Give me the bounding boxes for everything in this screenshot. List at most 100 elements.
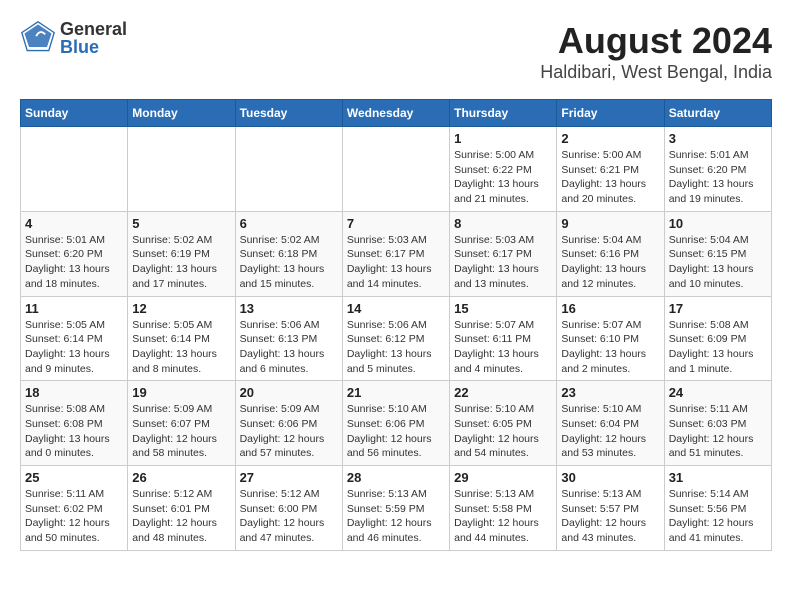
- weekday-wednesday: Wednesday: [342, 100, 449, 127]
- day-number: 6: [240, 216, 338, 231]
- day-info: Sunrise: 5:03 AM Sunset: 6:17 PM Dayligh…: [347, 233, 445, 292]
- calendar-week-1: 4 Sunrise: 5:01 AM Sunset: 6:20 PM Daylig…: [21, 211, 772, 296]
- day-number: 15: [454, 301, 552, 316]
- calendar-cell: 15 Sunrise: 5:07 AM Sunset: 6:11 PM Dayli…: [450, 296, 557, 381]
- day-number: 28: [347, 470, 445, 485]
- calendar-cell: 18 Sunrise: 5:08 AM Sunset: 6:08 PM Dayli…: [21, 381, 128, 466]
- day-number: 24: [669, 385, 767, 400]
- day-info: Sunrise: 5:01 AM Sunset: 6:20 PM Dayligh…: [669, 148, 767, 207]
- calendar-cell: 22 Sunrise: 5:10 AM Sunset: 6:05 PM Dayli…: [450, 381, 557, 466]
- day-info: Sunrise: 5:06 AM Sunset: 6:12 PM Dayligh…: [347, 318, 445, 377]
- day-info: Sunrise: 5:11 AM Sunset: 6:03 PM Dayligh…: [669, 402, 767, 461]
- calendar-cell: 27 Sunrise: 5:12 AM Sunset: 6:00 PM Dayli…: [235, 466, 342, 551]
- calendar-cell: 28 Sunrise: 5:13 AM Sunset: 5:59 PM Dayli…: [342, 466, 449, 551]
- calendar-cell: 4 Sunrise: 5:01 AM Sunset: 6:20 PM Daylig…: [21, 211, 128, 296]
- day-number: 5: [132, 216, 230, 231]
- day-info: Sunrise: 5:14 AM Sunset: 5:56 PM Dayligh…: [669, 487, 767, 546]
- day-number: 18: [25, 385, 123, 400]
- logo-text: General Blue: [60, 20, 127, 56]
- day-info: Sunrise: 5:02 AM Sunset: 6:19 PM Dayligh…: [132, 233, 230, 292]
- weekday-friday: Friday: [557, 100, 664, 127]
- day-number: 22: [454, 385, 552, 400]
- day-info: Sunrise: 5:00 AM Sunset: 6:22 PM Dayligh…: [454, 148, 552, 207]
- day-number: 2: [561, 131, 659, 146]
- calendar-header: SundayMondayTuesdayWednesdayThursdayFrid…: [21, 100, 772, 127]
- day-number: 30: [561, 470, 659, 485]
- day-info: Sunrise: 5:00 AM Sunset: 6:21 PM Dayligh…: [561, 148, 659, 207]
- calendar-cell: 14Sunrise: 5:06 AM Sunset: 6:12 PM Dayli…: [342, 296, 449, 381]
- logo-icon: [20, 20, 56, 56]
- day-info: Sunrise: 5:05 AM Sunset: 6:14 PM Dayligh…: [25, 318, 123, 377]
- calendar-table: SundayMondayTuesdayWednesdayThursdayFrid…: [20, 99, 772, 551]
- day-number: 21: [347, 385, 445, 400]
- day-info: Sunrise: 5:05 AM Sunset: 6:14 PM Dayligh…: [132, 318, 230, 377]
- calendar-cell: 16Sunrise: 5:07 AM Sunset: 6:10 PM Dayli…: [557, 296, 664, 381]
- day-number: 31: [669, 470, 767, 485]
- day-info: Sunrise: 5:10 AM Sunset: 6:05 PM Dayligh…: [454, 402, 552, 461]
- calendar-cell: 21 Sunrise: 5:10 AM Sunset: 6:06 PM Dayli…: [342, 381, 449, 466]
- day-number: 19: [132, 385, 230, 400]
- calendar-week-2: 11 Sunrise: 5:05 AM Sunset: 6:14 PM Dayli…: [21, 296, 772, 381]
- calendar-cell: 9 Sunrise: 5:04 AM Sunset: 6:16 PM Daylig…: [557, 211, 664, 296]
- day-number: 11: [25, 301, 123, 316]
- day-number: 3: [669, 131, 767, 146]
- calendar-body: 1Sunrise: 5:00 AM Sunset: 6:22 PM Daylig…: [21, 127, 772, 551]
- calendar-cell: [342, 127, 449, 212]
- day-info: Sunrise: 5:04 AM Sunset: 6:15 PM Dayligh…: [669, 233, 767, 292]
- calendar-cell: 3 Sunrise: 5:01 AM Sunset: 6:20 PM Daylig…: [664, 127, 771, 212]
- calendar-cell: 17Sunrise: 5:08 AM Sunset: 6:09 PM Dayli…: [664, 296, 771, 381]
- calendar-cell: 30Sunrise: 5:13 AM Sunset: 5:57 PM Dayli…: [557, 466, 664, 551]
- day-info: Sunrise: 5:11 AM Sunset: 6:02 PM Dayligh…: [25, 487, 123, 546]
- calendar-cell: 7Sunrise: 5:03 AM Sunset: 6:17 PM Daylig…: [342, 211, 449, 296]
- day-info: Sunrise: 5:09 AM Sunset: 6:06 PM Dayligh…: [240, 402, 338, 461]
- calendar-cell: 13Sunrise: 5:06 AM Sunset: 6:13 PM Dayli…: [235, 296, 342, 381]
- day-info: Sunrise: 5:13 AM Sunset: 5:58 PM Dayligh…: [454, 487, 552, 546]
- logo: General Blue: [20, 20, 127, 56]
- day-number: 9: [561, 216, 659, 231]
- day-number: 23: [561, 385, 659, 400]
- day-info: Sunrise: 5:06 AM Sunset: 6:13 PM Dayligh…: [240, 318, 338, 377]
- calendar-cell: [21, 127, 128, 212]
- calendar-cell: 8Sunrise: 5:03 AM Sunset: 6:17 PM Daylig…: [450, 211, 557, 296]
- day-info: Sunrise: 5:10 AM Sunset: 6:06 PM Dayligh…: [347, 402, 445, 461]
- calendar-week-3: 18 Sunrise: 5:08 AM Sunset: 6:08 PM Dayli…: [21, 381, 772, 466]
- weekday-header-row: SundayMondayTuesdayWednesdayThursdayFrid…: [21, 100, 772, 127]
- day-info: Sunrise: 5:07 AM Sunset: 6:11 PM Dayligh…: [454, 318, 552, 377]
- day-info: Sunrise: 5:04 AM Sunset: 6:16 PM Dayligh…: [561, 233, 659, 292]
- day-info: Sunrise: 5:13 AM Sunset: 5:59 PM Dayligh…: [347, 487, 445, 546]
- day-info: Sunrise: 5:08 AM Sunset: 6:08 PM Dayligh…: [25, 402, 123, 461]
- calendar-cell: 25 Sunrise: 5:11 AM Sunset: 6:02 PM Dayli…: [21, 466, 128, 551]
- page-subtitle: Haldibari, West Bengal, India: [540, 62, 772, 83]
- calendar-cell: 19 Sunrise: 5:09 AM Sunset: 6:07 PM Dayli…: [128, 381, 235, 466]
- day-info: Sunrise: 5:01 AM Sunset: 6:20 PM Dayligh…: [25, 233, 123, 292]
- calendar-cell: 20 Sunrise: 5:09 AM Sunset: 6:06 PM Dayli…: [235, 381, 342, 466]
- weekday-saturday: Saturday: [664, 100, 771, 127]
- day-info: Sunrise: 5:07 AM Sunset: 6:10 PM Dayligh…: [561, 318, 659, 377]
- day-info: Sunrise: 5:12 AM Sunset: 6:00 PM Dayligh…: [240, 487, 338, 546]
- day-number: 4: [25, 216, 123, 231]
- calendar-week-0: 1Sunrise: 5:00 AM Sunset: 6:22 PM Daylig…: [21, 127, 772, 212]
- day-number: 25: [25, 470, 123, 485]
- calendar-cell: 6 Sunrise: 5:02 AM Sunset: 6:18 PM Daylig…: [235, 211, 342, 296]
- day-info: Sunrise: 5:09 AM Sunset: 6:07 PM Dayligh…: [132, 402, 230, 461]
- calendar-cell: 10Sunrise: 5:04 AM Sunset: 6:15 PM Dayli…: [664, 211, 771, 296]
- calendar-cell: [128, 127, 235, 212]
- day-number: 12: [132, 301, 230, 316]
- calendar-cell: 1Sunrise: 5:00 AM Sunset: 6:22 PM Daylig…: [450, 127, 557, 212]
- day-info: Sunrise: 5:10 AM Sunset: 6:04 PM Dayligh…: [561, 402, 659, 461]
- day-info: Sunrise: 5:08 AM Sunset: 6:09 PM Dayligh…: [669, 318, 767, 377]
- weekday-tuesday: Tuesday: [235, 100, 342, 127]
- calendar-cell: 24 Sunrise: 5:11 AM Sunset: 6:03 PM Dayli…: [664, 381, 771, 466]
- day-number: 26: [132, 470, 230, 485]
- calendar-cell: 2 Sunrise: 5:00 AM Sunset: 6:21 PM Daylig…: [557, 127, 664, 212]
- day-info: Sunrise: 5:02 AM Sunset: 6:18 PM Dayligh…: [240, 233, 338, 292]
- calendar-week-4: 25 Sunrise: 5:11 AM Sunset: 6:02 PM Dayli…: [21, 466, 772, 551]
- day-info: Sunrise: 5:03 AM Sunset: 6:17 PM Dayligh…: [454, 233, 552, 292]
- day-info: Sunrise: 5:12 AM Sunset: 6:01 PM Dayligh…: [132, 487, 230, 546]
- calendar-cell: 11 Sunrise: 5:05 AM Sunset: 6:14 PM Dayli…: [21, 296, 128, 381]
- day-number: 27: [240, 470, 338, 485]
- logo-blue: Blue: [60, 38, 127, 56]
- day-number: 20: [240, 385, 338, 400]
- calendar-cell: 12 Sunrise: 5:05 AM Sunset: 6:14 PM Dayli…: [128, 296, 235, 381]
- title-block: August 2024 Haldibari, West Bengal, Indi…: [540, 20, 772, 83]
